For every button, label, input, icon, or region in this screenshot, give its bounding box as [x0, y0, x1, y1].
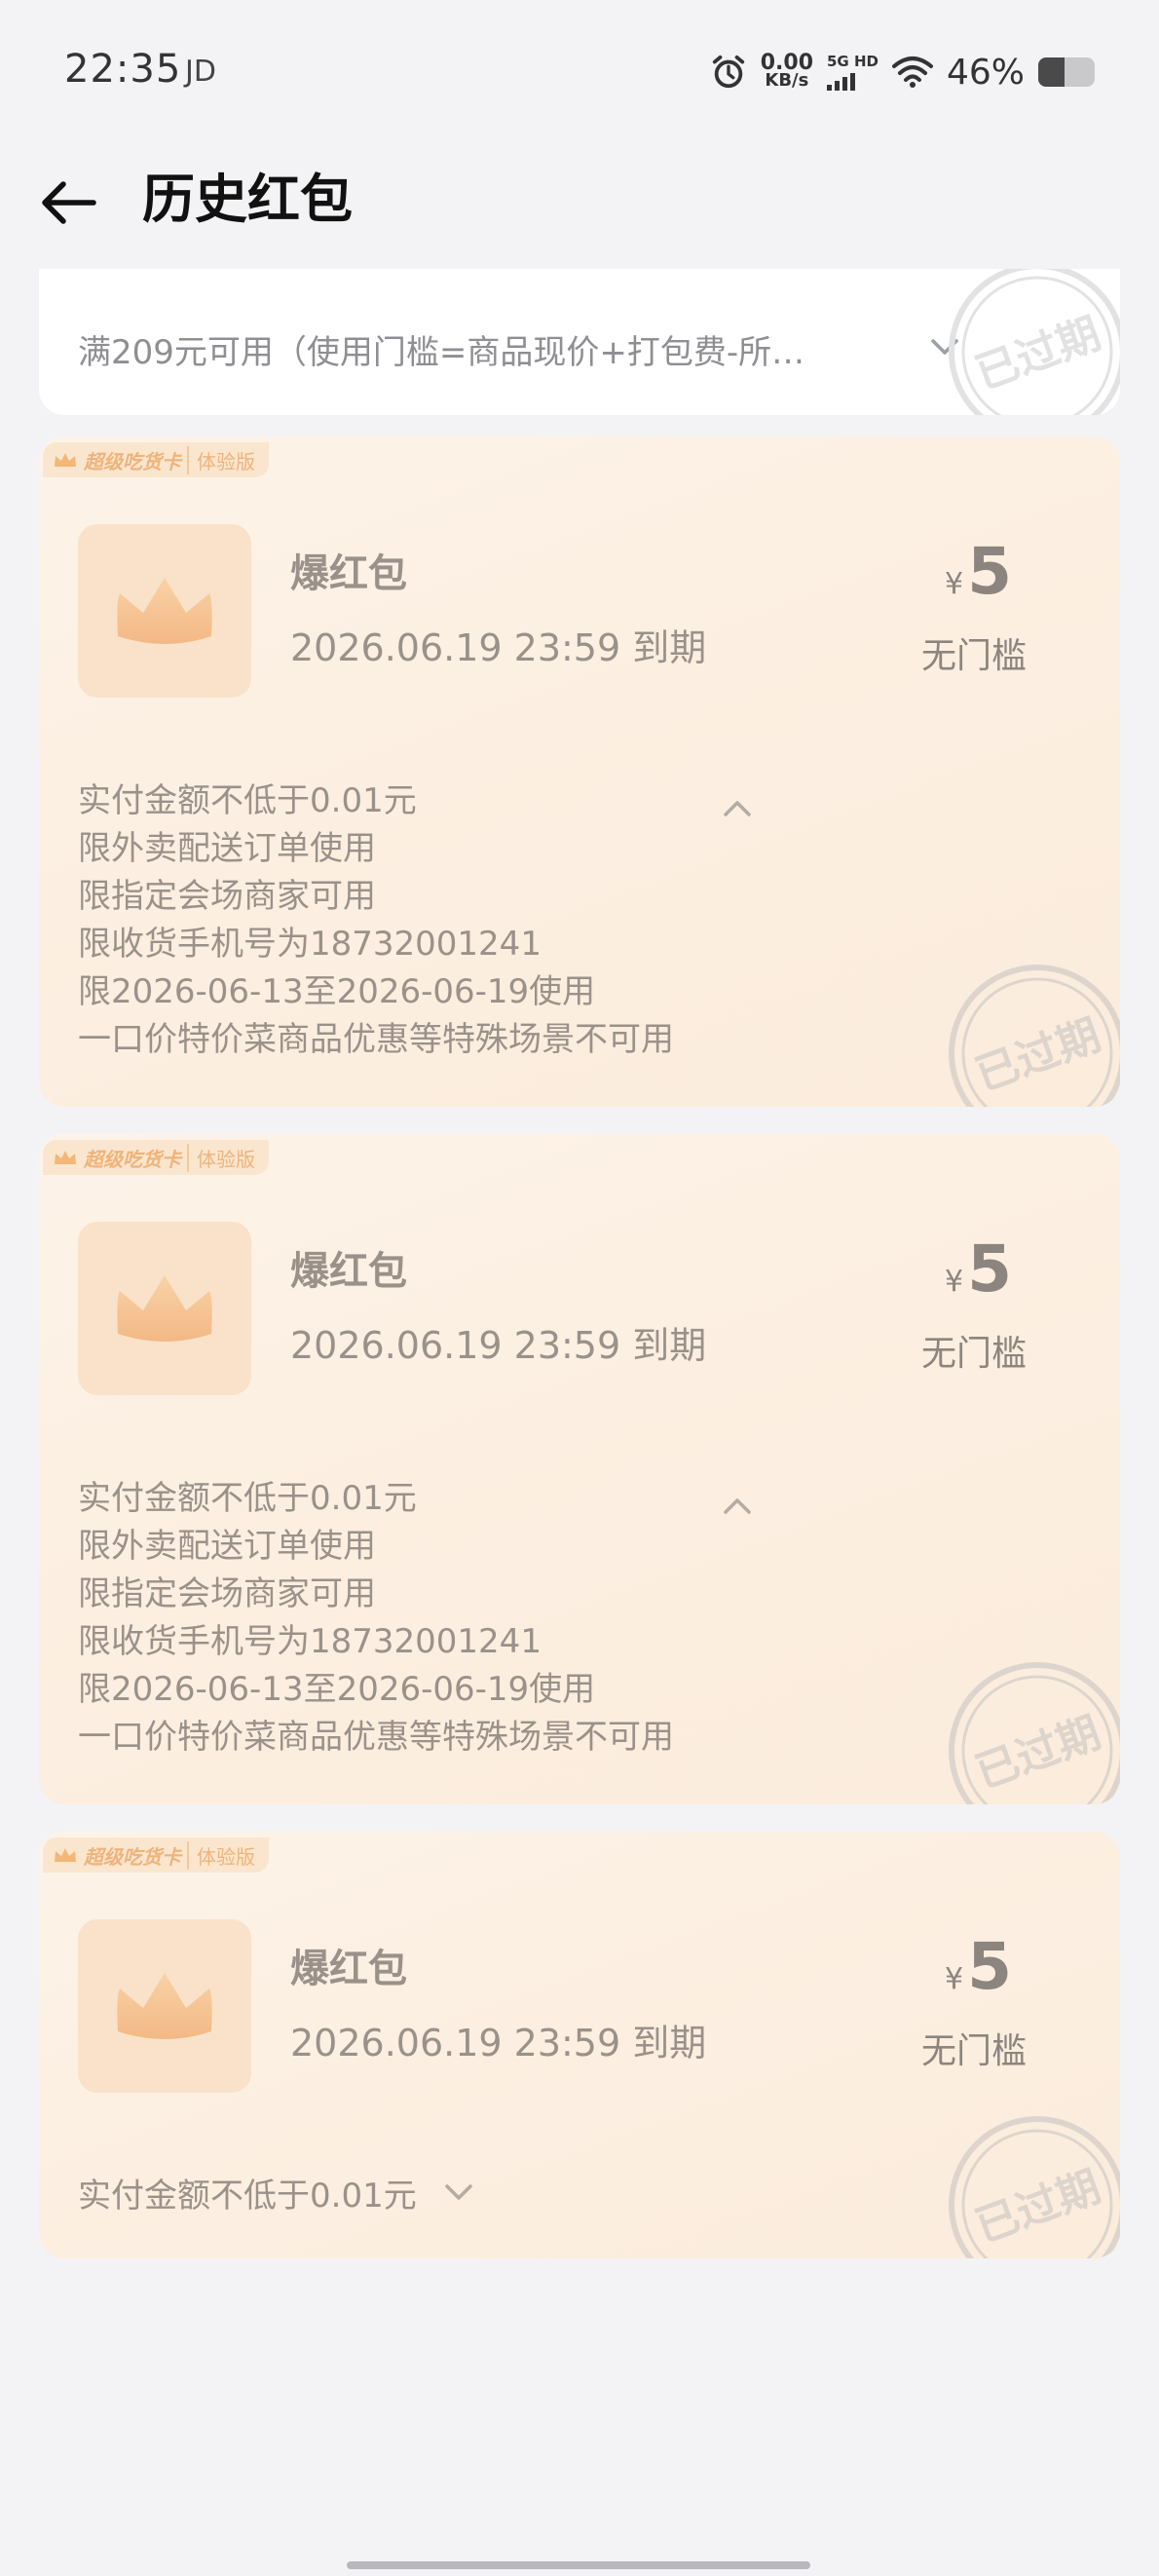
status-icons: 0.00 KB/s 5G HD 46%: [710, 45, 1095, 99]
coupon-threshold: 无门槛: [921, 1334, 1028, 1374]
coupon-card-partial: 满209元可用（使用门槛=商品现价+打包费-所… 已过期: [39, 269, 1120, 415]
tag-title: 超级吃货卡: [84, 1844, 181, 1869]
coupon-rule: 一口价特价菜商品优惠等特殊场景不可用: [78, 1718, 674, 1757]
amount-value: 5: [967, 534, 1013, 609]
home-indicator[interactable]: [347, 2561, 810, 2569]
coupon-amount: ¥5: [945, 1929, 1012, 2004]
coupon-rule: 限2026-06-13至2026-06-19使用: [78, 972, 596, 1011]
signal-indicator: 5G HD: [827, 52, 879, 91]
crown-icon: [55, 1848, 76, 1862]
coupon-thumbnail: [78, 1222, 251, 1395]
coupon-rules: 实付金额不低于0.01元 限外卖配送订单使用 限指定会场商家可用限收货手机号为187…: [78, 1475, 674, 1762]
signal-bars-icon: [827, 72, 879, 91]
crown-icon: [55, 1151, 76, 1164]
coupon-rule: 一口价特价菜商品优惠等特殊场景不可用: [78, 1020, 674, 1059]
stamp-text: 已过期: [969, 1708, 1106, 1799]
expired-stamp-icon: 已过期: [949, 2116, 1120, 2258]
crown-icon: [117, 1973, 212, 2039]
expired-stamp-icon: 已过期: [949, 965, 1120, 1107]
coupon-thumbnail: [78, 524, 251, 698]
membership-tag: 超级吃货卡 体验版: [43, 442, 269, 477]
coupon-rule: 限外卖配送订单使用: [78, 1527, 376, 1566]
page-title: 历史红包: [142, 169, 353, 230]
coupon-rule: 实付金额不低于0.01元: [78, 1479, 417, 1518]
stamp-text: 已过期: [969, 2162, 1106, 2253]
coupon-name: 爆红包: [290, 1947, 407, 1991]
page-header: 历史红包: [0, 146, 1159, 263]
coupon-threshold: 无门槛: [921, 636, 1028, 676]
alarm-icon: [712, 55, 744, 89]
battery-icon: [1038, 57, 1095, 87]
coupon-rule: 实付金额不低于0.01元: [78, 781, 417, 820]
chevron-down-icon[interactable]: [442, 2175, 475, 2208]
crown-icon: [55, 453, 76, 467]
coupon-card[interactable]: 超级吃货卡 体验版爆红包 2026.06.19 23:59 到期 ¥5 无门槛实付金额不…: [39, 1134, 1120, 1804]
currency-symbol: ¥: [945, 567, 964, 601]
tag-subtitle: 体验版: [187, 1840, 255, 1870]
expired-stamp-icon: 已过期: [949, 269, 1120, 415]
coupon-amount: ¥5: [945, 1231, 1012, 1307]
coupon-thumbnail: [78, 1919, 251, 2093]
tag-title: 超级吃货卡: [84, 449, 181, 474]
coupon-card[interactable]: 超级吃货卡 体验版爆红包 2026.06.19 23:59 到期 ¥5 无门槛实付金额不…: [39, 1832, 1120, 2258]
tag-title: 超级吃货卡: [84, 1147, 181, 1171]
currency-symbol: ¥: [945, 1265, 964, 1299]
status-time: 22:35: [64, 47, 182, 92]
stamp-text: 已过期: [969, 1010, 1106, 1101]
coupon-amount: ¥5: [945, 534, 1012, 609]
amount-value: 5: [967, 1929, 1013, 2004]
tag-subtitle: 体验版: [187, 445, 255, 474]
coupon-rule: 限指定会场商家可用: [78, 1574, 376, 1613]
currency-symbol: ¥: [945, 1962, 964, 1996]
coupon-rule: 限2026-06-13至2026-06-19使用: [78, 1670, 596, 1709]
coupon-threshold: 无门槛: [921, 2031, 1028, 2071]
coupon-rule: 限收货手机号为18732001241: [78, 1622, 542, 1661]
amount-value: 5: [967, 1231, 1013, 1307]
coupon-rules: 实付金额不低于0.01元: [78, 2173, 417, 2220]
stamp-text: 已过期: [969, 309, 1106, 399]
coupon-rule: 限收货手机号为18732001241: [78, 925, 542, 964]
expired-stamp-icon: 已过期: [949, 1662, 1120, 1804]
coupon-condition: 满209元可用（使用门槛=商品现价+打包费-所…: [78, 333, 805, 372]
coupon-card[interactable]: 超级吃货卡 体验版爆红包 2026.06.19 23:59 到期 ¥5 无门槛实付金额不…: [39, 436, 1120, 1107]
status-carrier: JD: [185, 55, 216, 89]
battery-percent: 46%: [946, 52, 1025, 93]
back-button[interactable]: [29, 164, 107, 242]
chevron-up-icon[interactable]: [721, 793, 754, 826]
coupon-rule: 限指定会场商家可用: [78, 877, 376, 916]
net-speed-unit: KB/s: [765, 70, 809, 91]
membership-tag: 超级吃货卡 体验版: [43, 1837, 269, 1873]
membership-tag: 超级吃货卡 体验版: [43, 1140, 269, 1175]
chevron-up-icon[interactable]: [721, 1491, 754, 1524]
crown-icon: [117, 1275, 212, 1342]
wifi-icon: [891, 57, 933, 88]
status-bar: 22:35 JD 0.00 KB/s 5G HD 46%: [0, 0, 1159, 146]
net-speed: 0.00 KB/s: [761, 53, 813, 91]
back-arrow-icon: [42, 181, 96, 224]
coupon-expiry: 2026.06.19 23:59 到期: [290, 2022, 707, 2065]
crown-icon: [117, 578, 212, 644]
coupon-expiry: 2026.06.19 23:59 到期: [290, 1324, 707, 1367]
coupon-expiry: 2026.06.19 23:59 到期: [290, 626, 707, 669]
coupon-rules: 实付金额不低于0.01元 限外卖配送订单使用 限指定会场商家可用限收货手机号为187…: [78, 777, 674, 1064]
tag-subtitle: 体验版: [187, 1143, 255, 1172]
coupon-name: 爆红包: [290, 1249, 407, 1294]
coupon-rule: 限外卖配送订单使用: [78, 829, 376, 868]
coupon-name: 爆红包: [290, 551, 407, 596]
coupon-rule: 实付金额不低于0.01元: [78, 2177, 417, 2216]
network-type: 5G HD: [827, 52, 879, 70]
